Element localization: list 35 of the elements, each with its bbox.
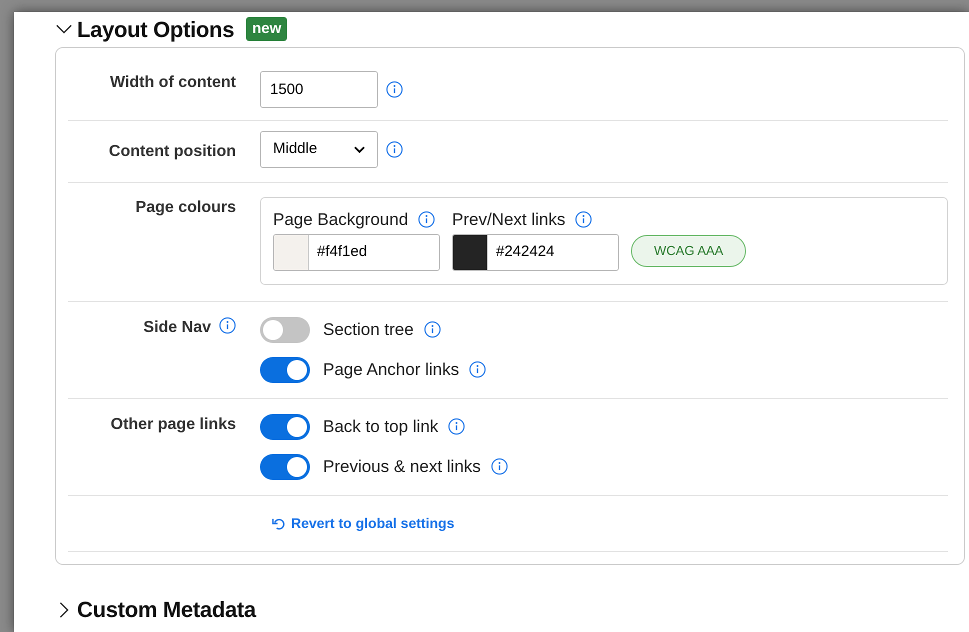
info-icon[interactable]	[386, 141, 403, 158]
toggle-label: Section tree	[323, 318, 414, 341]
field-label: Other page links	[110, 414, 236, 434]
colour-label: Prev/Next links	[452, 209, 566, 231]
field-label: Page colours	[136, 198, 236, 218]
info-icon[interactable]	[469, 361, 486, 378]
text-field[interactable]: 1500	[260, 71, 378, 108]
info-icon[interactable]	[219, 316, 236, 334]
colour-field[interactable]: #242424	[452, 234, 619, 270]
toggle-label: Previous & next links	[323, 456, 481, 478]
colour-label: Page Background	[273, 209, 408, 231]
section-title[interactable]: Custom Metadata	[77, 593, 256, 626]
field-label: Content position	[108, 142, 236, 162]
revert-link[interactable]: Revert to global settings	[272, 512, 454, 534]
field-label: Side Nav	[143, 318, 211, 338]
field-label: Width of content	[110, 73, 236, 93]
toggle-switch[interactable]	[260, 316, 310, 342]
info-icon[interactable]	[386, 81, 403, 98]
contrast-badge: WCAG AAA	[631, 235, 746, 266]
toggle-switch[interactable]	[260, 356, 310, 382]
undo-icon[interactable]	[272, 516, 285, 530]
caret-icon	[354, 146, 365, 154]
toggle-switch[interactable]	[260, 454, 310, 480]
new-badge: new	[246, 16, 288, 42]
info-icon[interactable]	[448, 418, 466, 435]
info-icon[interactable]	[424, 321, 441, 338]
info-icon[interactable]	[575, 211, 592, 228]
toggle-label: Page Anchor links	[323, 358, 460, 381]
toggle-label: Back to top link	[323, 416, 438, 438]
select-field[interactable]: Middle	[260, 131, 378, 168]
section-title[interactable]: Layout Options	[77, 12, 234, 46]
toggle-switch[interactable]	[260, 414, 310, 440]
colour-field[interactable]: #f4f1ed	[273, 234, 440, 270]
info-icon[interactable]	[418, 211, 436, 228]
info-icon[interactable]	[490, 458, 508, 475]
